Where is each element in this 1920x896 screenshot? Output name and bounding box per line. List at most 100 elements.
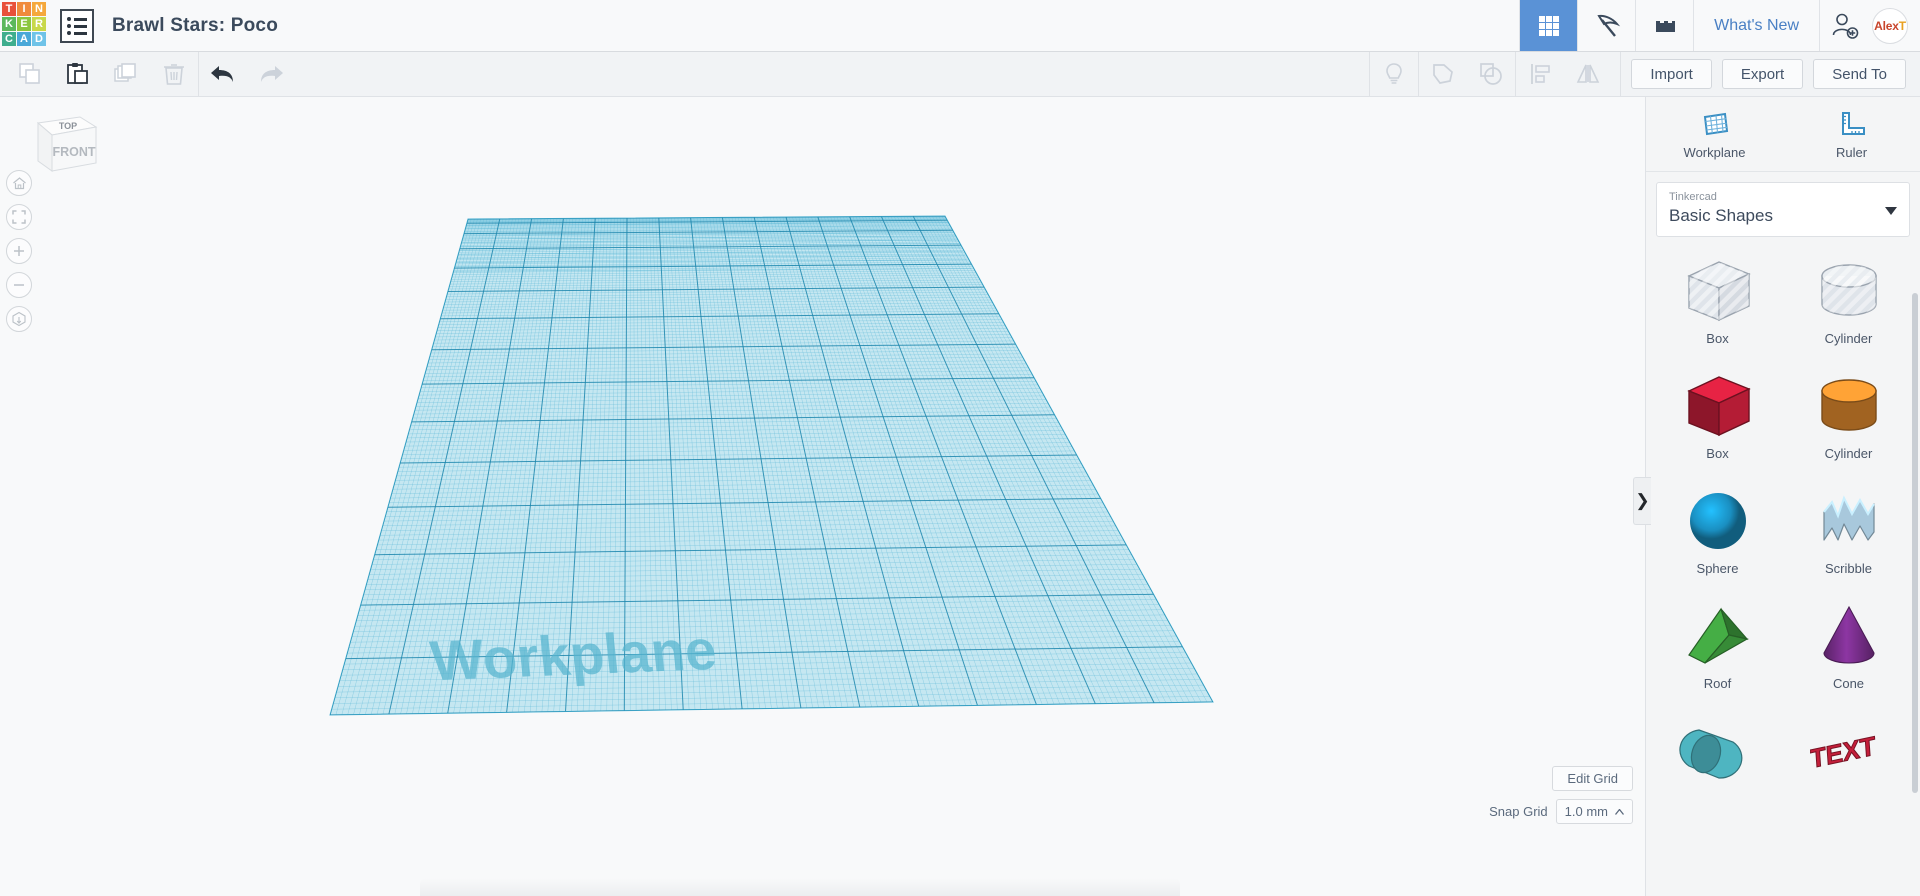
logo-tile-k-3: K [2,17,16,31]
edit-toolbar: Import Export Send To [0,51,1920,97]
group-button[interactable] [1419,52,1467,96]
mirror-icon [1577,64,1600,83]
zoom-in-button[interactable] [6,238,32,264]
toolbar-left-group [0,51,295,97]
header-spacer [278,0,1519,51]
chevron-up-icon [1615,808,1624,815]
blocks-button[interactable] [1635,0,1693,51]
panel-collapse-handle[interactable]: ❯ [1633,477,1651,525]
view-cube-top-label: TOP [59,121,77,131]
shape-sphere-label: Sphere [1696,561,1739,576]
cube-view-icon [12,311,26,327]
zoom-out-button[interactable] [6,272,32,298]
undo-icon [211,66,233,82]
shape-cylinder-hole[interactable]: Cylinder [1783,245,1914,360]
edit-grid-button[interactable]: Edit Grid [1552,766,1633,791]
shape-rounded-roof[interactable] [1652,705,1783,820]
toolbar-divider [1620,51,1622,97]
workplane-grid-icon [1703,112,1728,136]
align-icon [1531,64,1551,84]
shape-roof-label: Roof [1703,676,1732,691]
shape-box-hole[interactable]: Box [1652,245,1783,360]
fit-frame-icon [12,210,26,224]
duplicate-button[interactable] [102,52,150,96]
svg-text:TEXT: TEXT [1810,730,1876,774]
delete-icon [164,64,184,85]
fit-all-button[interactable] [6,204,32,230]
workplane-tool[interactable]: Workplane [1646,97,1783,171]
user-avatar[interactable]: Alex T [1872,7,1908,44]
whats-new-link[interactable]: What's New [1693,0,1819,51]
workplane-3d: Workplane [329,215,1214,716]
shape-cone[interactable]: Cone [1783,590,1914,705]
panel-scrollbar[interactable] [1912,293,1918,793]
shape-cylinder-solid-art [1810,368,1888,444]
grid-icon [1538,15,1559,36]
undo-button[interactable] [199,52,247,96]
import-button[interactable]: Import [1631,59,1712,89]
copy-icon [19,63,40,84]
copy-button[interactable] [6,52,54,96]
shape-box-solid-label: Box [1706,446,1729,461]
shape-cone-label: Cone [1832,676,1865,691]
shape-list[interactable]: Box Cylinder Box Cylinder Sphere Scribbl… [1646,245,1920,896]
send-to-button[interactable]: Send To [1813,59,1906,89]
toolbar-right-group: Import Export Send To [1369,51,1920,97]
shape-sphere[interactable]: Sphere [1652,475,1783,590]
paste-button[interactable] [54,52,102,96]
tinkercad-logo[interactable]: TIN KER CAD [2,2,46,46]
list-menu-icon[interactable] [60,9,94,43]
add-person-button[interactable] [1830,11,1872,41]
shapes-panel: Workplane Ruler Tinkercad Basic Shapes B… [1645,97,1920,896]
shape-scribble[interactable]: Scribble [1783,475,1914,590]
ungroup-button[interactable] [1467,52,1515,96]
design-canvas[interactable]: Workplane TOP FRONT Edit Grid Snap Grid … [0,97,1645,896]
shape-cylinder-solid-label: Cylinder [1824,446,1873,461]
light-button[interactable] [1370,52,1418,96]
snap-grid-row: Snap Grid 1.0 mm [1489,799,1633,824]
workplane-label: Workplane [427,618,719,692]
grid-view-button[interactable] [1519,0,1578,51]
ruler-tool-label: Ruler [1835,145,1868,160]
logo-tile-a-7: A [17,32,31,46]
snap-grid-select[interactable]: 1.0 mm [1555,799,1633,824]
logo-tile-d-8: D [32,32,46,46]
group-icon [1433,64,1454,84]
align-button[interactable] [1516,52,1564,96]
export-button[interactable]: Export [1721,59,1804,89]
brick-icon [1655,20,1675,32]
view-cube-front-label: FRONT [52,145,95,159]
lightbulb-icon [1386,63,1403,84]
delete-button[interactable] [150,52,198,96]
redo-button[interactable] [247,52,295,96]
codeblocks-button[interactable] [1577,0,1635,51]
mirror-button[interactable] [1564,52,1612,96]
logo-tile-t-0: T [2,2,16,16]
chevron-down-icon [1885,207,1897,215]
shape-grid: Box Cylinder Box Cylinder Sphere Scribbl… [1646,245,1920,820]
ortho-perspective-button[interactable] [6,306,32,332]
home-view-button[interactable] [6,170,32,196]
minus-icon [14,284,24,286]
shape-sphere-art [1679,483,1757,559]
grid-controls: Edit Grid Snap Grid 1.0 mm [1489,766,1633,824]
logo-tile-n-2: N [32,2,46,16]
logo-tile-e-4: E [17,17,31,31]
view-cube[interactable]: TOP FRONT [22,105,102,180]
shape-library-select[interactable]: Tinkercad Basic Shapes [1656,182,1910,237]
shape-text[interactable]: TEXT [1783,705,1914,820]
pickaxe-icon [1596,14,1620,37]
ungroup-icon [1480,63,1503,85]
shape-roof[interactable]: Roof [1652,590,1783,705]
paste-icon [67,63,88,84]
shape-cylinder-hole-label: Cylinder [1824,331,1873,346]
shape-scribble-label: Scribble [1825,561,1872,576]
shape-box-hole-art [1679,253,1757,329]
ruler-tool[interactable]: Ruler [1783,97,1920,171]
shape-cylinder-solid[interactable]: Cylinder [1783,360,1914,475]
logo-tile-i-1: I [17,2,31,16]
shape-box-solid[interactable]: Box [1652,360,1783,475]
app-header: TINKERCAD Brawl Stars: Poco What's New A… [0,0,1920,52]
shape-scribble-art [1810,483,1888,559]
avatar-name: Alex [1874,18,1899,33]
